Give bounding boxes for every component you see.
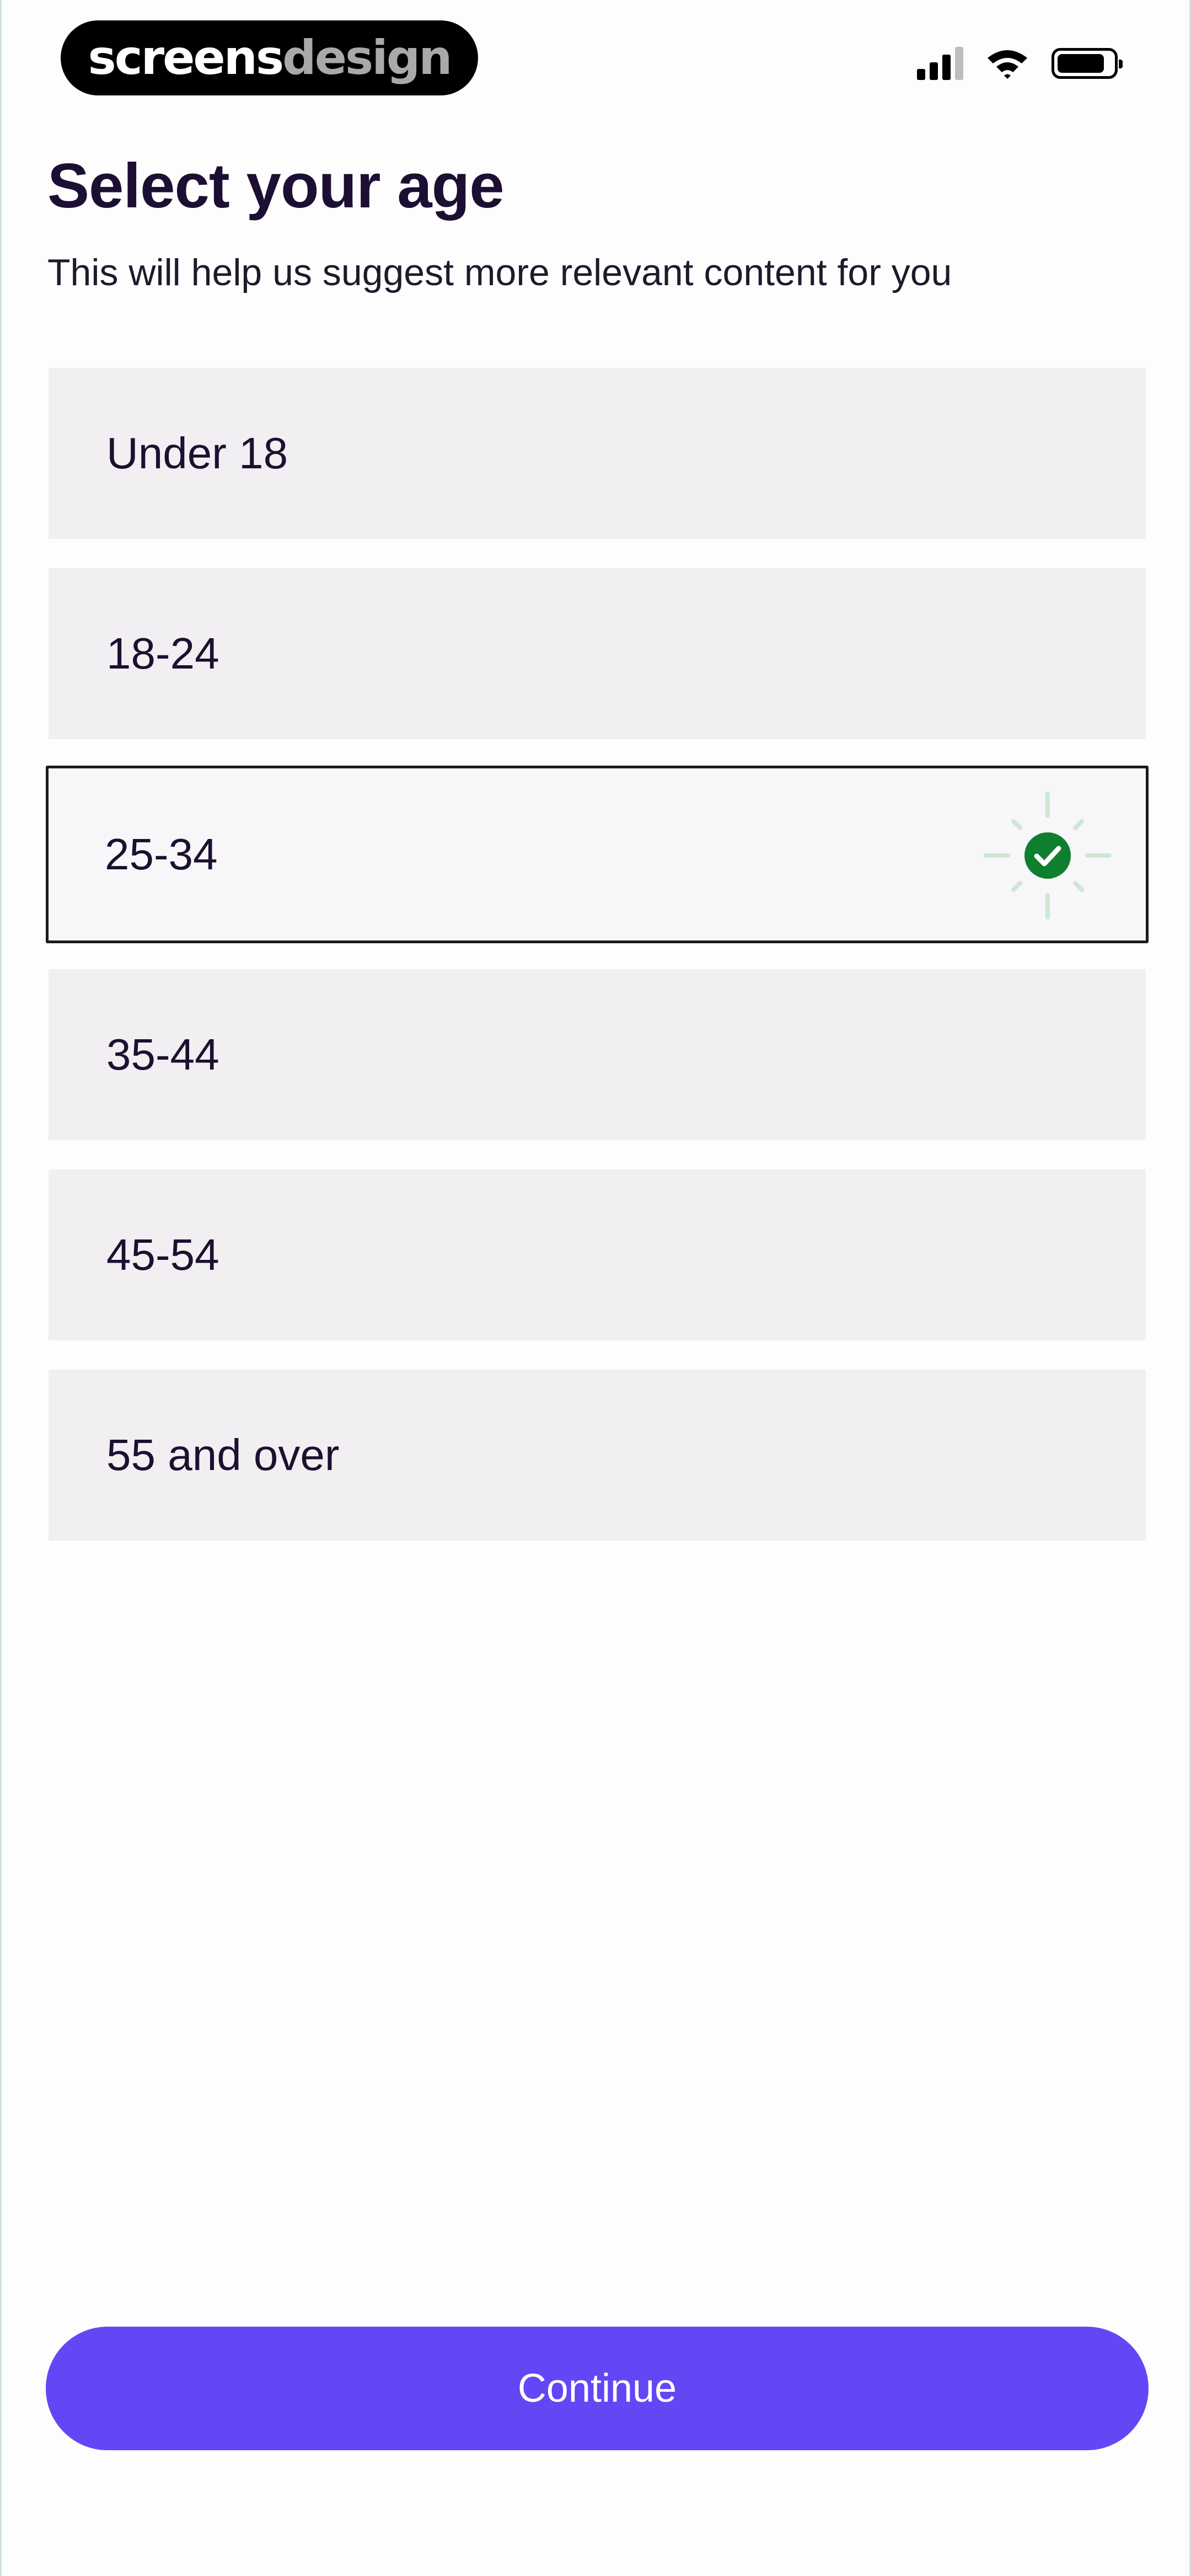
cellular-signal-icon <box>917 47 963 80</box>
page-title: Select your age <box>47 151 505 221</box>
continue-button[interactable]: Continue <box>46 2327 1149 2450</box>
status-bar: screens design <box>2 0 1189 127</box>
status-icons <box>917 47 1123 80</box>
option-label: 25-34 <box>105 830 218 879</box>
wifi-icon <box>988 50 1027 79</box>
option-label: 35-44 <box>106 1030 219 1079</box>
option-label: Under 18 <box>106 429 288 478</box>
age-option-45-54[interactable]: 45-54 <box>49 1169 1146 1340</box>
page-subtitle: This will help us suggest more relevant … <box>47 252 952 293</box>
age-option-18-24[interactable]: 18-24 <box>49 568 1146 739</box>
age-option-25-34[interactable]: 25-34 <box>46 766 1149 943</box>
option-label: 18-24 <box>106 629 219 678</box>
option-label: 45-54 <box>106 1230 219 1279</box>
age-option-35-44[interactable]: 35-44 <box>49 969 1146 1140</box>
age-option-under-18[interactable]: Under 18 <box>49 368 1146 539</box>
battery-icon <box>1051 48 1123 79</box>
screen: screens design Select your age This will … <box>0 0 1191 2576</box>
sparkle-rays-icon <box>984 792 1112 920</box>
brand-text-secondary: design <box>282 30 452 85</box>
brand-badge: screens design <box>61 20 478 95</box>
brand-text-primary: screens <box>88 30 285 85</box>
selected-check-icon <box>969 777 1124 932</box>
age-option-55-and-over[interactable]: 55 and over <box>49 1370 1146 1541</box>
option-label: 55 and over <box>106 1430 340 1479</box>
